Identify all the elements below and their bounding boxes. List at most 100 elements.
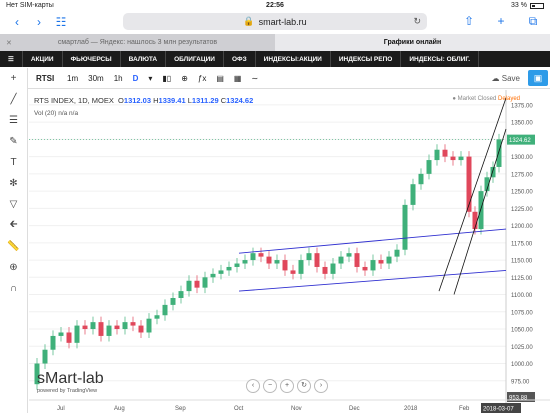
browser-navbar: ‹ › ☷ 🔒 smart-lab.ru ↻ ⇧ + ⧉ — [0, 11, 550, 33]
tab-strip: ✕ смартлаб — Яндекс: нашлось 3 млн резуль… — [0, 34, 550, 51]
scroll-left-icon[interactable]: ‹ — [246, 379, 260, 393]
bookmarks-icon[interactable]: ☷ — [50, 15, 72, 29]
address-bar[interactable]: 🔒 smart-lab.ru ↻ — [123, 13, 427, 30]
candle-body — [234, 263, 240, 267]
indicators-icon[interactable]: ƒx — [193, 74, 211, 83]
menu-item[interactable]: ФЬЮЧЕРСЫ — [63, 51, 121, 67]
lock-icon: 🔒 — [243, 16, 255, 26]
x-tick-label: 2018 — [404, 406, 418, 412]
tab-charts[interactable]: Графики онлайн — [275, 34, 550, 51]
tabs-icon[interactable]: ⧉ — [522, 14, 544, 29]
alert-icon[interactable]: ∼ — [246, 74, 263, 83]
back-arrow-icon[interactable]: 🡰 — [0, 215, 27, 236]
candle-body — [242, 260, 248, 264]
chart-legend: RTS INDEX, 1D, MOEX O1312.03 H1339.41 L1… — [34, 96, 254, 105]
candle-body — [338, 256, 344, 264]
hamburger-icon[interactable]: ☰ — [0, 51, 23, 67]
zoom-in-icon[interactable]: + — [280, 379, 294, 393]
reload-icon[interactable]: ↻ — [413, 16, 421, 27]
url-text: smart-lab.ru — [258, 16, 307, 27]
magnet-icon[interactable]: ∩ — [0, 278, 27, 299]
candle-body — [330, 263, 336, 274]
candle-body — [290, 270, 296, 274]
prediction-icon[interactable]: ▽ — [0, 194, 27, 215]
pitchfork-icon[interactable]: ☰ — [0, 110, 27, 131]
y-tick-label: 1350.00 — [511, 121, 533, 127]
candle-body — [418, 173, 424, 185]
share-icon[interactable]: ⇧ — [458, 14, 480, 29]
menu-item[interactable]: ВАЛЮТА — [121, 51, 167, 67]
candle-body — [130, 322, 136, 326]
close-icon[interactable]: ✕ — [6, 39, 12, 47]
candlestick-chart[interactable]: 1375.001350.001325.001300.001275.001250.… — [29, 90, 550, 413]
candle-body — [282, 260, 288, 271]
candle-body — [306, 253, 312, 261]
interval-30m[interactable]: 30m — [83, 74, 109, 83]
chart-toolbar: RTSI 1m 30m 1h D ▾ ▮▯ ⊕ ƒx ▤ ▦ ∼ ☁ Save … — [0, 68, 550, 89]
candle-body — [298, 260, 304, 274]
candle-body — [378, 260, 384, 264]
zoom-icon[interactable]: ⊕ — [0, 257, 27, 278]
site-menu: ☰ АКЦИИ ФЬЮЧЕРСЫ ВАЛЮТА ОБЛИГАЦИИ ОФЗ ИН… — [0, 51, 550, 67]
candle-body — [394, 249, 400, 257]
battery-icon — [530, 2, 544, 9]
compare-icon[interactable]: ⊕ — [176, 74, 193, 83]
back-icon[interactable]: ‹ — [6, 15, 28, 29]
candle-body — [434, 149, 440, 161]
candle-body — [322, 266, 328, 274]
candle-body — [450, 156, 456, 161]
candle-body — [250, 253, 256, 261]
candles-icon[interactable]: ▮▯ — [157, 74, 176, 83]
pattern-icon[interactable]: ✻ — [0, 173, 27, 194]
y-tick-label: 1125.00 — [511, 276, 533, 282]
candle-body — [154, 315, 160, 319]
candle-body — [146, 318, 152, 333]
drawing-toolbar: + ╱ ☰ ✎ T ✻ ▽ 🡰 📏 ⊕ ∩ — [0, 68, 28, 413]
candle-body — [202, 277, 208, 288]
menu-item[interactable]: ИНДЕКСЫ: ОБЛИГ. — [401, 51, 480, 67]
trendline-icon[interactable]: ╱ — [0, 89, 27, 110]
y-tick-label: 1075.00 — [511, 310, 533, 316]
y-tick-label: 975.00 — [511, 379, 530, 385]
low-price-label: 953.88 — [509, 396, 528, 402]
camera-icon[interactable]: ▣ — [528, 70, 548, 86]
tab-yandex[interactable]: ✕ смартлаб — Яндекс: нашлось 3 млн резуль… — [0, 34, 275, 51]
menu-item[interactable]: ОБЛИГАЦИИ — [166, 51, 224, 67]
crosshair-icon[interactable]: + — [0, 68, 27, 89]
x-tick-label: Aug — [114, 406, 125, 412]
candle-body — [66, 332, 72, 343]
layouts-icon[interactable]: ▦ — [229, 74, 247, 83]
interval-1h[interactable]: 1h — [109, 74, 128, 83]
menu-item[interactable]: ИНДЕКСЫ:АКЦИИ — [256, 51, 331, 67]
menu-item[interactable]: ОФЗ — [224, 51, 256, 67]
candle-body — [426, 160, 432, 174]
candle-body — [402, 204, 408, 250]
text-icon[interactable]: T — [0, 152, 27, 173]
menu-item[interactable]: АКЦИИ — [23, 51, 63, 67]
forward-icon[interactable]: › — [28, 15, 50, 29]
candle-body — [74, 325, 80, 343]
new-tab-icon[interactable]: + — [490, 14, 512, 29]
menu-item[interactable]: ИНДЕКСЫ РЕПО — [331, 51, 402, 67]
candle-body — [370, 260, 376, 271]
candle-body — [354, 253, 360, 267]
save-button[interactable]: ☁ Save — [492, 74, 520, 83]
y-tick-label: 1275.00 — [511, 172, 533, 178]
brush-icon[interactable]: ✎ — [0, 131, 27, 152]
candle-body — [106, 325, 112, 336]
x-tick-label: Jul — [57, 406, 65, 412]
last-price-label: 1324.62 — [509, 138, 531, 144]
channel-lower-line — [238, 269, 507, 292]
interval-d[interactable]: D — [128, 74, 144, 83]
ruler-icon[interactable]: 📏 — [0, 236, 27, 257]
templates-icon[interactable]: ▤ — [211, 74, 229, 83]
interval-1m[interactable]: 1m — [62, 74, 83, 83]
chevron-down-icon[interactable]: ▾ — [143, 74, 157, 83]
scroll-right-icon[interactable]: › — [314, 379, 328, 393]
zoom-out-icon[interactable]: − — [263, 379, 277, 393]
status-bar: Нет SIM-карты 22:56 33 % — [0, 0, 550, 11]
reset-icon[interactable]: ↻ — [297, 379, 311, 393]
candle-body — [386, 256, 392, 264]
candle-body — [458, 156, 464, 161]
candle-body — [90, 322, 96, 330]
